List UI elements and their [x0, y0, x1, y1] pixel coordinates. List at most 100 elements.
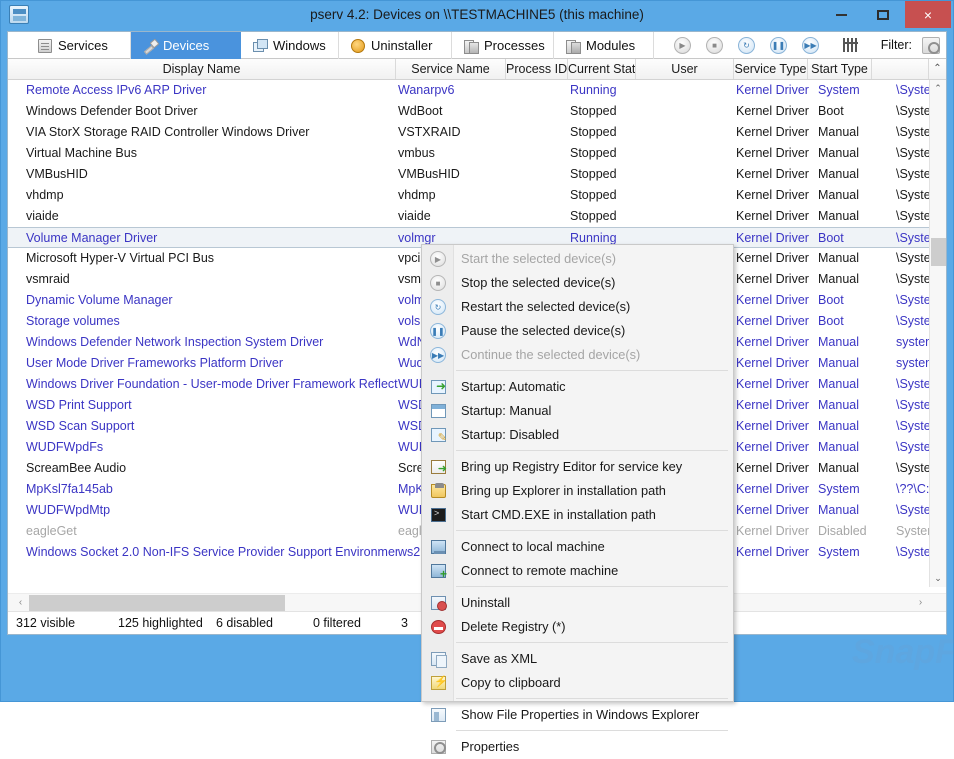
- uninstall-icon: [430, 595, 447, 611]
- column-header-blank[interactable]: [872, 59, 929, 79]
- column-header-user[interactable]: User: [636, 59, 734, 79]
- cell-service-type: Kernel Driver: [736, 167, 809, 181]
- cell-display-name: viaide: [26, 209, 59, 223]
- menu-item-show-file-properties-in-windows-explorer[interactable]: Show File Properties in Windows Explorer: [423, 703, 733, 727]
- local-machine-icon: [430, 539, 447, 555]
- cell-path: \??\C:\Prog: [896, 482, 929, 496]
- restart-icon: ↻: [743, 41, 750, 50]
- cell-start-type: Manual: [818, 272, 859, 286]
- cell-state: Stopped: [570, 125, 617, 139]
- scroll-right-icon[interactable]: ›: [912, 594, 929, 611]
- windows-icon: [253, 38, 268, 53]
- startup-disabled-icon: [430, 427, 447, 444]
- start-button[interactable]: ▶: [674, 37, 691, 54]
- pause-button[interactable]: ❚❚: [770, 37, 787, 54]
- cell-path: \SystemRo: [896, 293, 929, 307]
- menu-item-pause-the-selected-device-s[interactable]: ❚❚ Pause the selected device(s): [423, 319, 733, 343]
- cell-service-type: Kernel Driver: [736, 440, 809, 454]
- menu-item-bring-up-registry-editor-for-service-key[interactable]: Bring up Registry Editor for service key: [423, 455, 733, 479]
- menu-item-stop-the-selected-device-s[interactable]: ■ Stop the selected device(s): [423, 271, 733, 295]
- cell-service-name: vmbus: [398, 146, 435, 160]
- menu-item-properties[interactable]: Properties: [423, 735, 733, 759]
- tab-processes[interactable]: Processes: [452, 32, 554, 59]
- horizontal-scrollbar-thumb[interactable]: [29, 595, 285, 611]
- menu-item-delete-registry[interactable]: Delete Registry (*): [423, 615, 733, 639]
- menu-item-startup-automatic[interactable]: Startup: Automatic: [423, 375, 733, 399]
- table-row[interactable]: vhdmp vhdmp Stopped Kernel Driver Manual \Sys…: [8, 185, 929, 206]
- menu-item-label: Bring up Explorer in installation path: [461, 483, 666, 498]
- menu-item-startup-manual[interactable]: Startup: Manual: [423, 399, 733, 423]
- file-properties-icon-glyph: [431, 708, 446, 722]
- continue-button[interactable]: ▶▶: [802, 37, 819, 54]
- cell-service-type: Kernel Driver: [736, 146, 809, 160]
- wrench-icon: [143, 39, 157, 53]
- menu-item-startup-disabled[interactable]: Startup: Disabled: [423, 423, 733, 447]
- menu-item-start-cmd-exe-in-installation-path[interactable]: Start CMD.EXE in installation path: [423, 503, 733, 527]
- tab-label: Uninstaller: [371, 38, 433, 53]
- column-header-process-id[interactable]: Process ID: [506, 59, 568, 79]
- table-row[interactable]: VMBusHID VMBusHID Stopped Kernel Driver Manu…: [8, 164, 929, 185]
- vertical-scrollbar-thumb[interactable]: [931, 238, 946, 266]
- tab-services[interactable]: Services: [26, 32, 131, 59]
- column-header-start-type[interactable]: Start Type: [808, 59, 872, 79]
- cell-start-type: Manual: [818, 377, 859, 391]
- folder-icon-glyph: [431, 483, 446, 498]
- maximize-button[interactable]: [861, 1, 905, 28]
- menu-item-connect-to-local-machine[interactable]: Connect to local machine: [423, 535, 733, 559]
- table-row[interactable]: Remote Access IPv6 ARP Driver Wanarpv6 Run…: [8, 80, 929, 101]
- context-menu[interactable]: SnapFiles ▶ Start the selected device(s) ■…: [421, 244, 954, 754]
- tab-devices[interactable]: Devices: [131, 32, 241, 59]
- tab-modules[interactable]: Modules: [554, 32, 654, 59]
- menu-item-restart-the-selected-device-s[interactable]: ↻ Restart the selected device(s): [423, 295, 733, 319]
- local-machine-icon-glyph: [431, 540, 446, 554]
- menu-item-continue-the-selected-device-s: ▶▶ Continue the selected device(s): [423, 343, 733, 367]
- vertical-scrollbar[interactable]: ⌃ ⌄: [929, 80, 946, 587]
- column-header-current-state[interactable]: Current State: [568, 59, 636, 79]
- table-row[interactable]: Windows Defender Boot Driver WdBoot Stoppe…: [8, 101, 929, 122]
- remote-machine-icon: [430, 563, 447, 581]
- table-row[interactable]: VIA StorX Storage RAID Controller Window…: [8, 122, 929, 143]
- column-header-service-name[interactable]: Service Name: [396, 59, 506, 79]
- stop-icon: ■: [430, 275, 447, 291]
- cell-service-type: Kernel Driver: [736, 209, 809, 223]
- tab-windows[interactable]: Windows: [241, 32, 339, 59]
- cell-path: \SystemRo: [896, 377, 929, 391]
- cell-display-name: WSD Print Support: [26, 398, 132, 412]
- window-title: pserv 4.2: Devices on \\TESTMACHINE5 (th…: [310, 7, 644, 22]
- cell-start-type: Manual: [818, 188, 859, 202]
- cell-start-type: Manual: [818, 461, 859, 475]
- menu-item-uninstall[interactable]: Uninstall: [423, 591, 733, 615]
- cell-start-type: Manual: [818, 356, 859, 370]
- cell-path: \SystemRo: [896, 231, 929, 245]
- cmd-icon: [430, 507, 447, 523]
- menu-item-bring-up-explorer-in-installation-path[interactable]: Bring up Explorer in installation path: [423, 479, 733, 503]
- scroll-up-icon[interactable]: ⌃: [930, 80, 946, 97]
- cell-state: Stopped: [570, 209, 617, 223]
- cell-start-type: Manual: [818, 209, 859, 223]
- tab-uninstaller[interactable]: Uninstaller: [339, 32, 452, 59]
- scroll-left-icon[interactable]: ‹: [12, 594, 29, 611]
- restart-button[interactable]: ↻: [738, 37, 755, 54]
- menu-item-label: Startup: Manual: [461, 403, 552, 418]
- menu-item-connect-to-remote-machine[interactable]: Connect to remote machine: [423, 559, 733, 583]
- close-button[interactable]: ×: [905, 1, 951, 28]
- menu-item-label: Delete Registry (*): [461, 619, 566, 634]
- minimize-button[interactable]: [819, 1, 863, 28]
- cell-path: \SystemRo: [896, 440, 929, 454]
- tab-label: Processes: [484, 38, 545, 53]
- menu-separator: [456, 730, 728, 731]
- menu-item-copy-to-clipboard[interactable]: Copy to clipboard: [423, 671, 733, 695]
- menu-item-save-as-xml[interactable]: Save as XML: [423, 647, 733, 671]
- stop-button[interactable]: ■: [706, 37, 723, 54]
- cell-service-type: Kernel Driver: [736, 461, 809, 475]
- column-header-service-type[interactable]: Service Type: [734, 59, 808, 79]
- filter-settings-icon[interactable]: [922, 37, 940, 54]
- table-row[interactable]: viaide viaide Stopped Kernel Driver Manual \S…: [8, 206, 929, 227]
- table-row[interactable]: Virtual Machine Bus vmbus Stopped Kernel Dr…: [8, 143, 929, 164]
- column-header-display-name[interactable]: Display Name: [8, 59, 396, 79]
- cell-start-type: Boot: [818, 231, 844, 245]
- remote-machine-icon-glyph: [431, 564, 447, 581]
- cell-state: Running: [570, 83, 617, 97]
- scroll-down-icon[interactable]: ⌄: [930, 570, 946, 587]
- cell-service-type: Kernel Driver: [736, 419, 809, 433]
